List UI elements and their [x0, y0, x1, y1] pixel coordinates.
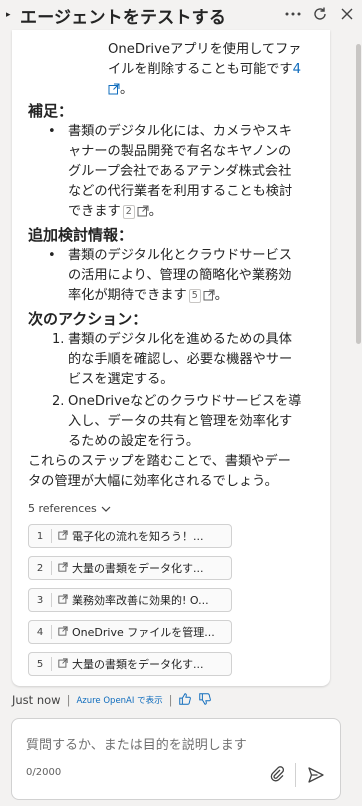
thumbs-down-icon[interactable]	[198, 692, 212, 709]
section-heading-supplement: 補足：	[28, 102, 74, 120]
supplement-line-5: できます 2。	[68, 202, 162, 224]
scrollbar[interactable]	[356, 44, 361, 344]
reference-item[interactable]: 2 大量の書類をデータ化す...	[28, 556, 232, 580]
reference-title: 大量の書類をデータ化す...	[72, 562, 204, 575]
reference-number: 4	[36, 626, 44, 638]
refresh-icon[interactable]	[311, 5, 329, 23]
additional-line-1: 書類のデジタル化とクラウドサービス	[68, 248, 292, 263]
list-number: 1.	[52, 332, 65, 347]
reference-title: 業務効率改善に効果的! O...	[72, 594, 209, 607]
send-icon[interactable]	[306, 765, 326, 789]
reference-number: 5	[36, 658, 44, 670]
message-meta: Just now | Azure OpenAI で表示 |	[12, 690, 212, 710]
supplement-line-4: などの代行業者を利用することも検討	[68, 184, 293, 199]
panel-title: エージェントをテストする	[20, 7, 227, 28]
reference-number: 3	[36, 594, 44, 606]
collapse-caret-icon[interactable]: ▸	[6, 10, 14, 20]
attach-icon[interactable]	[268, 765, 286, 787]
supplement-line-3: グループ会社であるアテンダ株式会社	[68, 164, 292, 179]
supplement-line-2: ャナーの製品開発で有名なキヤノンの	[68, 144, 292, 159]
close-icon[interactable]	[338, 5, 356, 23]
external-link-icon[interactable]	[108, 82, 120, 102]
character-counter: 0/2000	[26, 767, 62, 778]
citation-badge[interactable]: 5	[188, 289, 201, 303]
external-link-icon[interactable]	[203, 288, 215, 308]
timestamp: Just now	[12, 693, 61, 707]
intro-citation[interactable]: 4	[293, 62, 301, 77]
reference-title: 大量の書類をデータ化す...	[72, 658, 204, 671]
reference-item[interactable]: 3 業務効率改善に効果的! O...	[28, 588, 232, 612]
external-link-icon	[58, 625, 68, 639]
panel-header: ▸ エージェントをテストする	[0, 0, 362, 30]
intro-line-2: イルを削除することも可能です4	[108, 62, 302, 77]
action-2-line-1: OneDriveなどのクラウドサービスを導	[68, 394, 302, 409]
closing-line-1: これらのステップを踏むことで、書類やデー	[28, 454, 291, 469]
section-heading-next-actions: 次のアクション：	[28, 310, 148, 328]
references-toggle-label: 5 references	[28, 502, 97, 515]
header-actions	[284, 5, 356, 23]
reference-title: OneDrive ファイルを管理...	[72, 626, 215, 639]
supplement-line-1: 書類のデジタル化には、カメラやスキ	[68, 124, 292, 139]
external-link-icon	[58, 529, 68, 543]
azure-openai-link[interactable]: Azure OpenAI で表示	[76, 694, 162, 706]
reference-item[interactable]: 5 大量の書類をデータ化す...	[28, 652, 232, 676]
additional-line-2: の活用により、管理の簡略化や業務効	[68, 268, 292, 283]
thumbs-up-icon[interactable]	[178, 692, 192, 709]
external-link-icon	[58, 561, 68, 575]
more-icon[interactable]	[284, 5, 302, 23]
external-link-icon	[58, 593, 68, 607]
bullet-icon: •	[48, 248, 56, 263]
external-link-icon[interactable]	[137, 204, 149, 224]
reference-number: 2	[36, 562, 44, 574]
list-number: 2.	[52, 394, 65, 409]
bullet-icon: •	[48, 124, 56, 139]
intro-line-1: OneDriveアプリを使用してファ	[108, 42, 302, 57]
action-1-line-1: 書類のデジタル化を進めるための具体	[68, 332, 292, 347]
action-1-line-3: ビスを選定する。	[68, 372, 174, 387]
reference-item[interactable]: 4 OneDrive ファイルを管理...	[28, 620, 232, 644]
additional-line-3: 率化が期待できます 5。	[68, 286, 228, 308]
citation-badge[interactable]: 2	[122, 205, 135, 219]
agent-response-card: OneDriveアプリを使用してファ イルを削除することも可能です4 。 補足：…	[12, 30, 330, 686]
message-input[interactable]: 質問するか、または目的を説明します	[26, 734, 247, 753]
references-toggle[interactable]: 5 references	[28, 502, 111, 515]
reference-number: 1	[36, 530, 44, 542]
reference-item[interactable]: 1 電子化の流れを知ろう！...	[28, 524, 232, 548]
action-2-line-3: るための設定を行う。	[68, 434, 200, 449]
chat-composer[interactable]: 質問するか、または目的を説明します 0/2000	[11, 718, 341, 800]
intro-line-3: 。	[108, 80, 133, 102]
external-link-icon	[58, 657, 68, 671]
section-heading-additional: 追加検討情報：	[28, 226, 134, 244]
closing-line-2: タの管理が大幅に効率化されるでしょう。	[28, 474, 278, 489]
chevron-down-icon	[101, 502, 111, 515]
action-1-line-2: 的な手順を確認し、必要な機器やサー	[68, 352, 293, 367]
action-2-line-2: 入し、データの共有と管理を効率化す	[68, 414, 293, 429]
reference-title: 電子化の流れを知ろう！...	[72, 530, 204, 543]
